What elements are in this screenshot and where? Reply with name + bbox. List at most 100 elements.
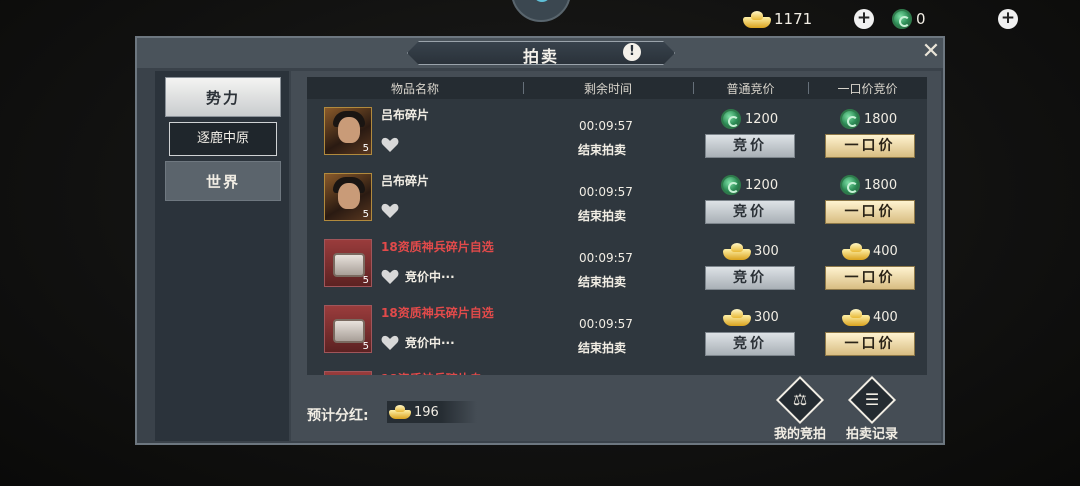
auction-window: 拍卖 ! ✕ 势力 逐鹿中原 世界 物品名称 剩余时间 普通竞价 一口价竞价 5…: [135, 36, 945, 445]
table-row[interactable]: 5 18资质神兵碎片自选竞价中··· 00:09:57 结束拍卖 300 400 竞价 一口价: [307, 299, 927, 361]
top-bar: 1171 + 0 +: [0, 0, 1080, 36]
gold-currency: 1171: [743, 7, 812, 31]
bid-button[interactable]: 竞价: [705, 134, 795, 158]
header-normal-bid: 普通竞价: [726, 82, 775, 96]
table-header: 物品名称 剩余时间 普通竞价 一口价竞价: [307, 77, 927, 99]
header-divider: [523, 82, 524, 94]
auction-main: 物品名称 剩余时间 普通竞价 一口价竞价 5 吕布碎片 00:09:57 结束拍卖 12…: [291, 71, 941, 442]
gold-ingot-icon: [842, 242, 870, 260]
bid-price: 300: [723, 241, 779, 261]
header-item-name: 物品名称: [390, 82, 439, 96]
auction-record-button[interactable]: ☰ 拍卖记录: [837, 375, 907, 442]
buyout-button[interactable]: 一口价: [825, 200, 915, 224]
item-name: 18资质神兵碎片自选: [381, 306, 494, 320]
gold-ingot-icon: [723, 242, 751, 260]
jade-currency: 0: [892, 7, 926, 31]
item-count: 5: [362, 143, 369, 154]
my-bids-frame: ⚖: [775, 375, 825, 425]
bid-price: 1200: [721, 175, 778, 195]
heart-icon[interactable]: [381, 335, 399, 351]
bid-price: 300: [723, 307, 779, 327]
jade-coin-icon: [721, 109, 741, 129]
bid-price-value: 300: [754, 309, 779, 325]
buyout-price-value: 400: [873, 243, 898, 259]
heart-icon[interactable]: [381, 137, 399, 153]
gold-ingot-icon: [743, 10, 771, 28]
auction-record-label: 拍卖记录: [845, 427, 898, 442]
dividend-label: 预计分红:: [307, 408, 369, 424]
heart-icon[interactable]: [381, 269, 399, 285]
add-gold-button[interactable]: +: [854, 9, 874, 29]
item-icon[interactable]: 5: [324, 239, 372, 287]
item-icon[interactable]: 5: [324, 305, 372, 353]
bid-price-value: 1200: [745, 177, 779, 193]
mascot-icon[interactable]: [511, 0, 571, 22]
buyout-price: 400: [842, 241, 898, 261]
item-name: 吕布碎片: [381, 108, 430, 122]
gold-ingot-icon: [842, 308, 870, 326]
info-icon[interactable]: !: [623, 43, 641, 61]
time-note: 结束拍卖: [578, 143, 627, 157]
bid-status: 竞价中···: [405, 336, 455, 350]
item-count: 5: [362, 209, 369, 220]
jade-amount: 0: [916, 10, 926, 28]
item-name: 18资质神兵碎片自: [381, 373, 501, 376]
buyout-button[interactable]: 一口价: [825, 332, 915, 356]
auction-record-frame: ☰: [847, 375, 897, 425]
header-divider: [808, 82, 809, 94]
header-remaining-time: 剩余时间: [583, 82, 632, 96]
auction-table[interactable]: 物品名称 剩余时间 普通竞价 一口价竞价 5 吕布碎片 00:09:57 结束拍卖 12…: [307, 77, 927, 375]
gold-ingot-icon: [389, 405, 411, 419]
bid-price-value: 1200: [745, 111, 779, 127]
item-icon[interactable]: 5: [324, 107, 372, 155]
tab-world[interactable]: 世界: [165, 161, 281, 201]
time-note: 结束拍卖: [578, 275, 627, 289]
buyout-price: 1800: [840, 175, 897, 195]
jade-coin-icon: [840, 175, 860, 195]
bid-price-value: 300: [754, 243, 779, 259]
buyout-price-value: 400: [873, 309, 898, 325]
title-bar: 拍卖 ! ✕: [137, 38, 943, 68]
item-name: 吕布碎片: [381, 174, 430, 188]
time-note: 结束拍卖: [578, 341, 627, 355]
heart-icon[interactable]: [381, 203, 399, 219]
buyout-price: 1800: [840, 109, 897, 129]
buyout-price-value: 1800: [864, 111, 898, 127]
remaining-time: 00:09:57: [579, 119, 633, 133]
close-icon[interactable]: ✕: [919, 40, 943, 64]
tab-faction[interactable]: 势力: [165, 77, 281, 117]
bid-button[interactable]: 竞价: [705, 332, 795, 356]
item-count: 5: [362, 275, 369, 286]
my-bids-button[interactable]: ⚖ 我的竞拍: [765, 375, 835, 442]
sidebar: 势力 逐鹿中原 世界: [155, 71, 289, 441]
table-row[interactable]: 18资质神兵碎片自: [307, 365, 927, 375]
dividend-value: 196: [414, 404, 439, 420]
buyout-price: 400: [842, 307, 898, 327]
scale-icon: ⚖: [792, 390, 808, 409]
item-count: 5: [362, 341, 369, 352]
header-buyout: 一口价竞价: [837, 82, 898, 96]
item-icon[interactable]: 5: [324, 173, 372, 221]
bid-button[interactable]: 竞价: [705, 266, 795, 290]
jade-coin-icon: [721, 175, 741, 195]
jade-coin-icon: [892, 9, 912, 29]
header-divider: [693, 82, 694, 94]
bid-button[interactable]: 竞价: [705, 200, 795, 224]
table-row[interactable]: 5 吕布碎片 00:09:57 结束拍卖 1200 1800 竞价 一口价: [307, 101, 927, 163]
item-icon[interactable]: [324, 371, 372, 375]
add-jade-button[interactable]: +: [998, 9, 1018, 29]
gold-ingot-icon: [723, 308, 751, 326]
bid-status: 竞价中···: [405, 270, 455, 284]
remaining-time: 00:09:57: [579, 317, 633, 331]
table-row[interactable]: 5 吕布碎片 00:09:57 结束拍卖 1200 1800 竞价 一口价: [307, 167, 927, 229]
dividend-value-box: 196: [387, 401, 477, 423]
gold-amount: 1171: [774, 10, 813, 28]
buyout-price-value: 1800: [864, 177, 898, 193]
item-name: 18资质神兵碎片自选: [381, 240, 494, 254]
jade-coin-icon: [840, 109, 860, 129]
buyout-button[interactable]: 一口价: [825, 266, 915, 290]
table-row[interactable]: 5 18资质神兵碎片自选竞价中··· 00:09:57 结束拍卖 300 400 竞价 一口价: [307, 233, 927, 295]
subtab-zhulu[interactable]: 逐鹿中原: [169, 122, 277, 156]
buyout-button[interactable]: 一口价: [825, 134, 915, 158]
remaining-time: 00:09:57: [579, 251, 633, 265]
